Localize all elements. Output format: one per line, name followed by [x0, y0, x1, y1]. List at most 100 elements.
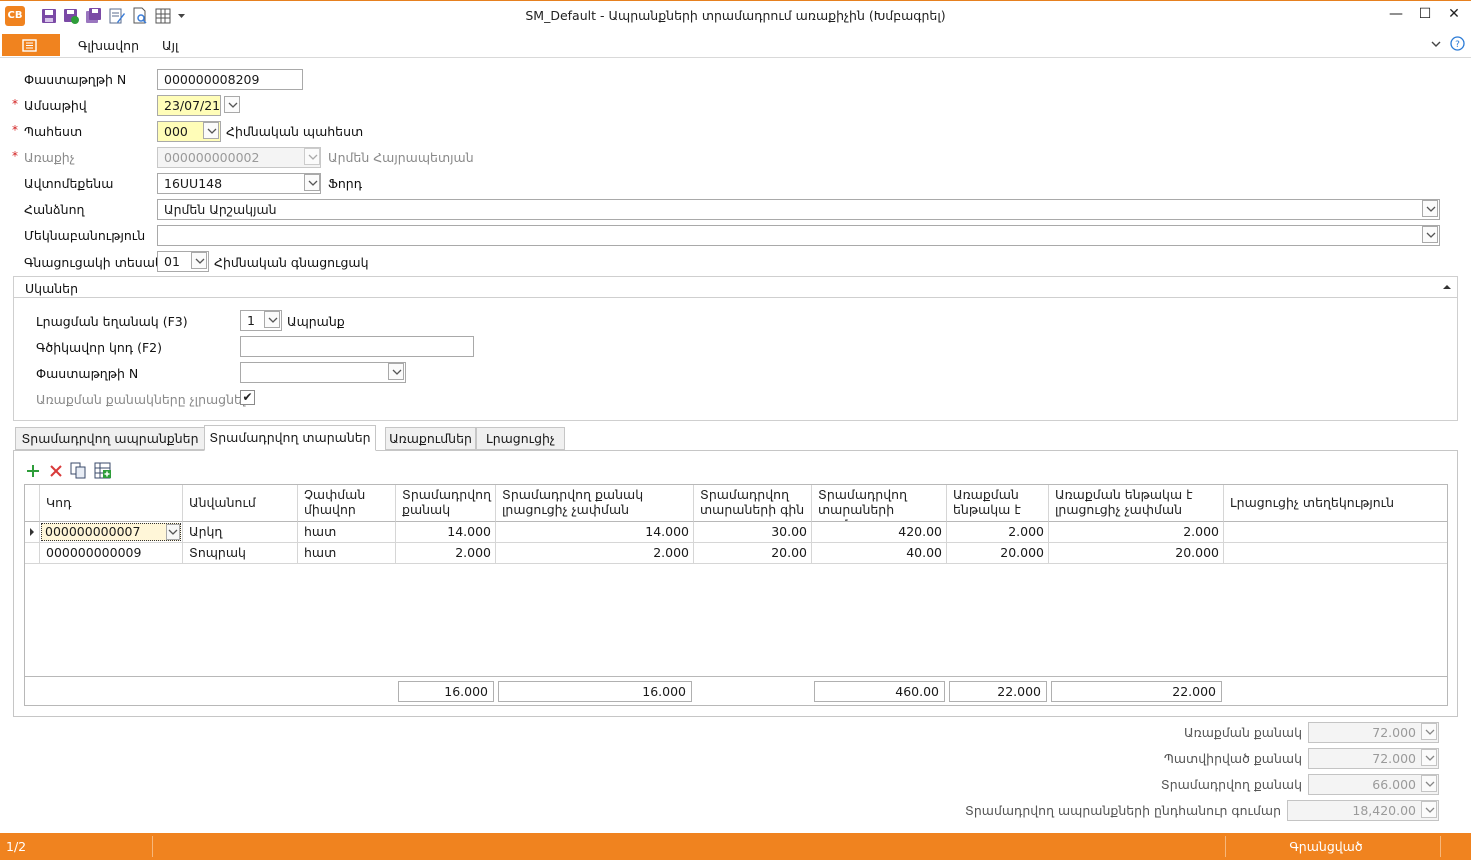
collapse-group-icon[interactable]	[1442, 283, 1452, 291]
fill-mode-name: Ապրանք	[287, 314, 345, 329]
scan-doc-dropdown-button[interactable]	[388, 363, 404, 380]
preview-icon[interactable]	[131, 7, 149, 25]
col-header-qty[interactable]: Տրամադրվող քանակ	[396, 485, 496, 522]
col-header-name[interactable]: Անվանում	[183, 485, 298, 522]
add-row-icon[interactable]	[25, 463, 41, 479]
table-cell-qty[interactable]: 2.000	[396, 543, 496, 564]
supplied-qty-dropdown	[1421, 775, 1437, 792]
deliverer-field[interactable]: Արմեն Արշակյան	[157, 199, 1440, 220]
table-cell-deliver[interactable]: 20.000	[947, 543, 1049, 564]
table-cell-price[interactable]: 20.00	[694, 543, 812, 564]
col-header-deliver-extra[interactable]: Առաքման ենթակա է լրացուցիչ չափման	[1049, 485, 1224, 522]
supplied-total-label: Տրամադրվող ապրանքների ընդհանուր գումար	[965, 803, 1281, 818]
col-header-sum[interactable]: Տրամադրվող տարաների գումար	[812, 485, 947, 522]
col-header-info[interactable]: Լրացուցիչ տեղեկություն	[1224, 485, 1447, 522]
row-indicator-header	[25, 485, 40, 522]
minimize-button[interactable]: —	[1383, 3, 1409, 25]
tab-deliveries[interactable]: Առաքումներ	[385, 427, 476, 450]
grid-empty-area[interactable]	[25, 564, 1447, 677]
tab-additional[interactable]: Լրացուցիչ	[476, 427, 565, 450]
table-cell-name[interactable]: Արկղ	[183, 522, 298, 543]
col-header-deliver[interactable]: Առաքման ենթակա է	[947, 485, 1049, 522]
table-cell-sum[interactable]: 40.00	[812, 543, 947, 564]
no-fill-qty-checkbox[interactable]: ✔	[240, 390, 255, 405]
table-cell-qty[interactable]: 14.000	[396, 522, 496, 543]
table-cell-qty-extra[interactable]: 2.000	[496, 543, 694, 564]
deliverer-dropdown-button[interactable]	[1422, 200, 1438, 217]
table-cell-info[interactable]	[1224, 543, 1447, 564]
collapse-ribbon-icon[interactable]	[1431, 40, 1441, 48]
vehicle-dropdown-button[interactable]	[304, 174, 320, 191]
warehouse-label: Պահեստ	[24, 124, 83, 139]
save-icon[interactable]	[40, 7, 58, 25]
scan-doc-field[interactable]	[240, 362, 406, 383]
chevron-down-icon	[392, 369, 402, 375]
row-indicator[interactable]	[25, 543, 40, 564]
menu-main[interactable]: Գլխավոր	[78, 38, 139, 53]
chevron-down-icon	[308, 154, 318, 160]
table-cell-price[interactable]: 30.00	[694, 522, 812, 543]
table-cell-info[interactable]	[1224, 522, 1447, 543]
warehouse-dropdown-button[interactable]	[203, 122, 219, 139]
tab-supplied-containers[interactable]: Տրամադրվող տարաներ	[204, 425, 376, 451]
chevron-down-icon	[1425, 807, 1435, 813]
help-icon[interactable]: ?	[1450, 36, 1465, 51]
comment-field[interactable]	[157, 225, 1440, 246]
date-dropdown-button[interactable]	[224, 96, 240, 113]
customize-toolbar-icon[interactable]	[177, 12, 186, 20]
record-counter: 1/2	[6, 839, 27, 854]
price-type-dropdown-button[interactable]	[191, 252, 207, 269]
table-cell-code[interactable]: 000000000009	[40, 543, 183, 564]
footer-total-qty: 16.000	[398, 681, 494, 702]
table-cell-qty-extra[interactable]: 14.000	[496, 522, 694, 543]
required-marker: *	[12, 97, 18, 111]
forwarder-label: Առաքիչ	[24, 150, 75, 165]
save-close-icon[interactable]	[62, 7, 80, 25]
col-header-price[interactable]: Տրամադրվող տարաների գին	[694, 485, 812, 522]
ordered-qty-dropdown	[1421, 749, 1437, 766]
chevron-down-icon	[1425, 755, 1435, 761]
scanner-group-title: Սկաներ	[25, 281, 79, 296]
barcode-label: Գծիկավոր կոդ (F2)	[36, 340, 162, 355]
table-cell-unit[interactable]: հատ	[298, 522, 396, 543]
forwarder-name: Արմեն Հայրապետյան	[328, 150, 474, 165]
scanner-group-header[interactable]	[14, 277, 1457, 298]
date-field[interactable]: 23/07/21	[157, 95, 221, 116]
delete-row-icon[interactable]	[48, 463, 64, 479]
edit-doc-icon[interactable]	[108, 7, 126, 25]
app-logo-icon[interactable]: CB	[5, 6, 25, 26]
fill-mode-label: Լրացման եղանակ (F3)	[36, 314, 188, 329]
copy-row-icon[interactable]	[70, 462, 87, 479]
doc-number-field[interactable]: 000000008209	[157, 69, 303, 90]
tab-supplied-goods[interactable]: Տրամադրվող ապրանքներ	[15, 427, 205, 450]
footer-total-deliver-extra: 22.000	[1051, 681, 1222, 702]
comment-dropdown-button[interactable]	[1422, 226, 1438, 243]
col-header-code[interactable]: Կոդ	[40, 485, 183, 522]
row-indicator[interactable]	[25, 522, 40, 543]
barcode-input[interactable]	[240, 336, 474, 357]
fill-mode-dropdown-button[interactable]	[264, 311, 280, 328]
table-cell-deliver[interactable]: 2.000	[947, 522, 1049, 543]
code-dropdown-button[interactable]	[166, 524, 180, 540]
insert-rows-icon[interactable]	[94, 462, 112, 479]
table-cell-name[interactable]: Տոպրակ	[183, 543, 298, 564]
menu-other[interactable]: Այլ	[162, 38, 178, 53]
close-button[interactable]: ✕	[1441, 3, 1467, 25]
table-cell-deliver-extra[interactable]: 2.000	[1049, 522, 1224, 543]
status-divider	[152, 836, 153, 857]
cell-editor-code[interactable]: 000000000007	[41, 523, 181, 541]
table-cell-code[interactable]: 000000000007	[40, 522, 183, 543]
table-icon[interactable]	[154, 7, 172, 25]
chevron-down-icon	[195, 258, 205, 264]
vehicle-field[interactable]: 16UU148	[157, 173, 321, 194]
maximize-button[interactable]: ☐	[1412, 3, 1438, 25]
save-all-icon[interactable]	[85, 7, 103, 25]
table-cell-deliver-extra[interactable]: 20.000	[1049, 543, 1224, 564]
file-menu-icon	[22, 39, 37, 52]
file-menu-button[interactable]	[2, 34, 60, 56]
table-cell-sum[interactable]: 420.00	[812, 522, 947, 543]
warehouse-name: Հիմնական պահեստ	[226, 124, 364, 139]
col-header-unit[interactable]: Չափման միավոր	[298, 485, 396, 522]
col-header-qty-extra[interactable]: Տրամադրվող քանակ լրացուցիչ չափման	[496, 485, 694, 522]
table-cell-unit[interactable]: հատ	[298, 543, 396, 564]
